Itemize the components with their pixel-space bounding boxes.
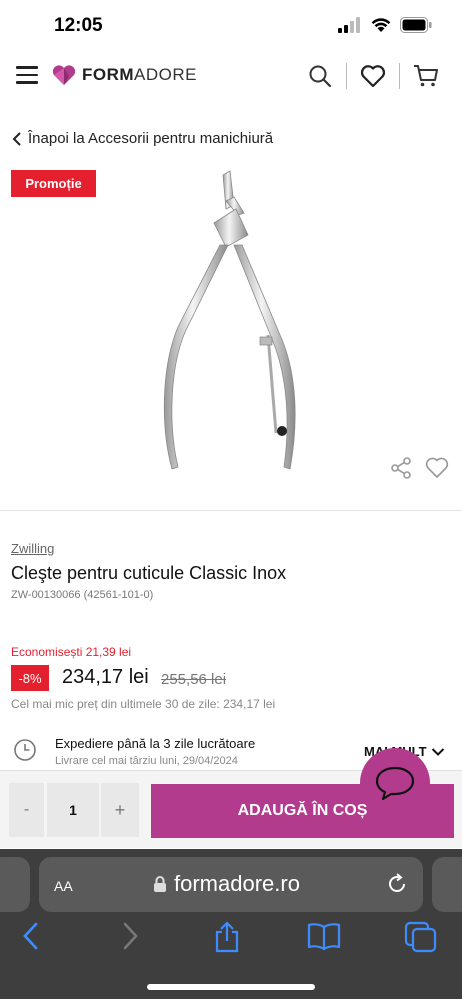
chat-icon xyxy=(375,766,415,801)
header-separator xyxy=(346,63,347,89)
product-sku: ZW-00130066 (42561-101-0) xyxy=(11,589,154,601)
forward-icon[interactable] xyxy=(119,921,141,956)
chevron-down-icon xyxy=(431,747,444,756)
delivery-title: Expediere până la 3 zile lucrătoare xyxy=(55,736,256,751)
lowest-price-note: Cel mai mic preț din ultimele 30 de zile… xyxy=(11,697,276,711)
signal-icon xyxy=(338,17,360,33)
quantity-decrease-button[interactable]: - xyxy=(9,783,44,837)
search-icon[interactable] xyxy=(306,62,334,90)
cart-icon[interactable] xyxy=(412,62,440,90)
tabs-icon[interactable] xyxy=(404,921,438,958)
browser-chrome: AA formadore.ro xyxy=(0,849,462,999)
savings-text: Economisești 21,39 lei xyxy=(11,645,132,659)
home-indicator xyxy=(147,984,315,990)
quantity-input[interactable]: 1 xyxy=(47,783,99,837)
url-text: formadore.ro xyxy=(174,871,300,896)
wifi-icon xyxy=(371,18,391,32)
logo-heart-icon xyxy=(52,65,76,85)
share-icon[interactable] xyxy=(389,456,413,485)
brand-link[interactable]: Zwilling xyxy=(11,541,54,556)
reader-settings-button[interactable]: AA xyxy=(54,874,73,897)
share-sheet-icon[interactable] xyxy=(212,921,242,958)
divider xyxy=(0,510,462,511)
quantity-increase-button[interactable]: + xyxy=(101,783,139,837)
back-link-label: Înapoi la Accesorii pentru manichiură xyxy=(28,130,274,147)
status-time: 12:05 xyxy=(54,15,103,36)
product-title: Cleşte pentru cuticule Classic Inox xyxy=(11,563,287,583)
header-actions xyxy=(306,62,440,90)
browser-toolbar xyxy=(0,919,462,959)
clock-icon xyxy=(13,738,37,767)
delivery-date: Livrare cel mai târziu luni, 29/04/2024 xyxy=(55,755,238,767)
address-bar[interactable]: AA formadore.ro xyxy=(39,857,423,912)
back-icon[interactable] xyxy=(20,921,42,956)
favorite-icon[interactable] xyxy=(425,456,449,485)
old-price: 255,56 lei xyxy=(161,671,227,688)
chevron-left-icon xyxy=(12,131,21,146)
header-separator xyxy=(399,63,400,89)
battery-icon xyxy=(400,17,432,33)
reload-icon[interactable] xyxy=(385,872,409,901)
site-header: FORMADORE xyxy=(0,52,462,102)
menu-icon[interactable] xyxy=(16,66,38,84)
status-icons xyxy=(338,17,432,33)
back-link[interactable]: Înapoi la Accesorii pentru manichiură xyxy=(12,130,273,147)
logo-text: FORMADORE xyxy=(82,65,198,84)
discount-badge: -8% xyxy=(11,665,49,691)
bookmarks-icon[interactable] xyxy=(306,921,342,956)
status-bar: 12:05 xyxy=(0,0,462,50)
promo-badge: Promoție xyxy=(11,170,96,197)
next-tab-stub[interactable] xyxy=(432,857,462,912)
current-price: 234,17 lei xyxy=(62,666,149,688)
logo[interactable]: FORMADORE xyxy=(52,64,197,86)
product-image[interactable] xyxy=(130,165,340,480)
url-display[interactable]: formadore.ro xyxy=(153,871,300,897)
previous-tab-stub[interactable] xyxy=(0,857,30,912)
wishlist-icon[interactable] xyxy=(359,62,387,90)
chat-button[interactable] xyxy=(360,748,430,818)
lock-icon xyxy=(154,876,166,892)
